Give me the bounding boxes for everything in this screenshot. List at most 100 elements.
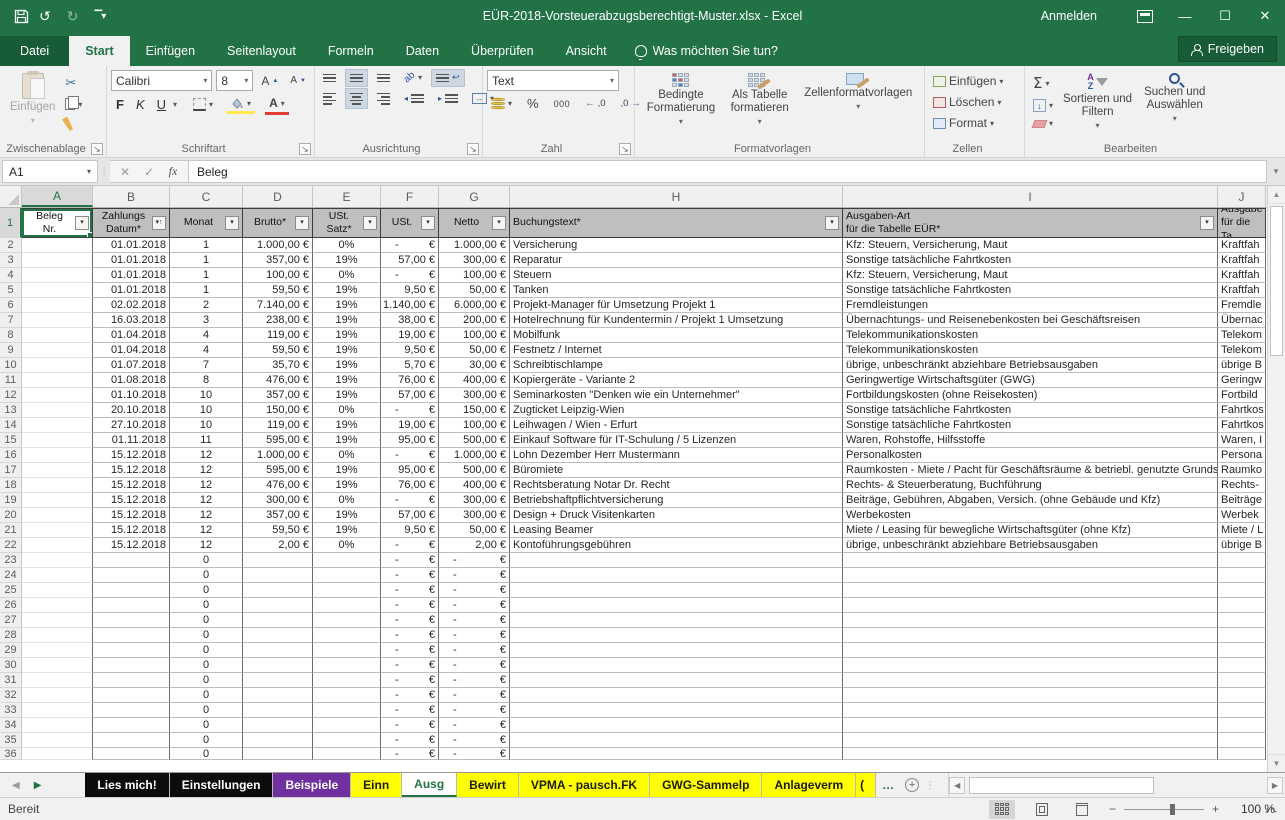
cell-datum[interactable]: 15.12.2018 — [93, 538, 170, 553]
cell-ausgaben-art-2[interactable]: übrige B — [1218, 538, 1266, 553]
cell-ust[interactable]: -€ — [381, 568, 439, 583]
row-header-30[interactable]: 30 — [0, 658, 22, 673]
redo-button[interactable]: ↻▾ — [67, 8, 85, 25]
italic-button[interactable]: K — [131, 96, 150, 113]
cell-datum[interactable]: 02.02.2018 — [93, 298, 170, 313]
cell[interactable] — [22, 373, 93, 388]
tab-daten[interactable]: Daten — [390, 36, 455, 66]
cell-ust[interactable]: -€ — [381, 448, 439, 463]
cell-brutto[interactable]: 2,00 € — [243, 538, 313, 553]
cell[interactable] — [22, 388, 93, 403]
cell[interactable] — [93, 703, 170, 718]
cell[interactable] — [243, 598, 313, 613]
comma-style-button[interactable]: 000 — [550, 97, 575, 111]
cell-buchungstext[interactable]: Kopiergeräte - Variante 2 — [510, 373, 843, 388]
scroll-up-icon[interactable]: ▲ — [1268, 186, 1285, 204]
cell[interactable] — [22, 598, 93, 613]
cell[interactable] — [243, 613, 313, 628]
cell[interactable] — [22, 643, 93, 658]
cell-buchungstext[interactable]: Steuern — [510, 268, 843, 283]
prev-sheet-icon[interactable]: ◀ — [12, 780, 20, 791]
cell[interactable] — [22, 613, 93, 628]
format-painter-button[interactable] — [61, 115, 86, 133]
tab-datei[interactable]: Datei — [0, 36, 69, 66]
wrap-text-button[interactable]: ↩ — [432, 70, 464, 86]
cell[interactable] — [313, 703, 381, 718]
row-header-36[interactable]: 36 — [0, 748, 22, 760]
select-all-button[interactable] — [0, 186, 22, 207]
cell-ust-satz[interactable]: 0% — [313, 538, 381, 553]
cell-ust[interactable]: -€ — [381, 403, 439, 418]
cell-monat[interactable]: 10 — [170, 403, 243, 418]
cell-ust-satz[interactable]: 0% — [313, 493, 381, 508]
cell-monat[interactable]: 3 — [170, 313, 243, 328]
cell[interactable] — [22, 628, 93, 643]
cell-buchungstext[interactable]: Büromiete — [510, 463, 843, 478]
cell[interactable] — [1218, 688, 1266, 703]
row-header-13[interactable]: 13 — [0, 403, 22, 418]
cell[interactable] — [93, 613, 170, 628]
cell-monat[interactable]: 0 — [170, 613, 243, 628]
row-header-14[interactable]: 14 — [0, 418, 22, 433]
cell-monat[interactable]: 1 — [170, 268, 243, 283]
cell-ausgaben-art-2[interactable]: Kraftfah — [1218, 238, 1266, 253]
row-header-5[interactable]: 5 — [0, 283, 22, 298]
cell[interactable] — [22, 328, 93, 343]
cell-ust-satz[interactable]: 19% — [313, 418, 381, 433]
cell-monat[interactable]: 12 — [170, 523, 243, 538]
cell[interactable] — [22, 238, 93, 253]
cell-netto[interactable]: 150,00 € — [439, 403, 510, 418]
row-header-2[interactable]: 2 — [0, 238, 22, 253]
cell[interactable] — [22, 568, 93, 583]
cell[interactable] — [313, 598, 381, 613]
cell[interactable] — [22, 523, 93, 538]
cell[interactable] — [843, 748, 1218, 760]
clear-button[interactable]: ▾ — [1029, 117, 1057, 130]
next-sheet-icon[interactable]: ▶ — [34, 780, 42, 791]
align-right-button[interactable] — [373, 89, 394, 108]
cell-ust[interactable]: -€ — [381, 643, 439, 658]
cell-brutto[interactable]: 35,70 € — [243, 358, 313, 373]
cell-buchungstext[interactable]: Tanken — [510, 283, 843, 298]
align-bottom-button[interactable] — [373, 70, 394, 86]
sheet-tab-gwg-sammelp[interactable]: GWG-Sammelp — [650, 773, 762, 797]
cell[interactable] — [1218, 703, 1266, 718]
cell[interactable] — [843, 583, 1218, 598]
delete-cells-button[interactable]: Löschen▾ — [929, 93, 1007, 111]
sheet-tab--[interactable]: ( — [856, 773, 876, 797]
cell[interactable] — [510, 628, 843, 643]
cell-monat[interactable]: 1 — [170, 283, 243, 298]
row-header-33[interactable]: 33 — [0, 703, 22, 718]
row-header-28[interactable]: 28 — [0, 628, 22, 643]
cell[interactable] — [243, 658, 313, 673]
cell-netto[interactable]: 300,00 € — [439, 253, 510, 268]
sheet-tab-einstellungen[interactable]: Einstellungen — [170, 773, 274, 797]
cell-ausgaben-art[interactable]: Übernachtungs- und Reisenebenkosten bei … — [843, 313, 1218, 328]
cell-ust[interactable]: -€ — [381, 733, 439, 748]
vertical-scroll-thumb[interactable] — [1270, 206, 1283, 356]
sheet-tab-beispiele[interactable]: Beispiele — [273, 773, 351, 797]
formula-input[interactable]: Beleg — [189, 160, 1267, 183]
row-header-3[interactable]: 3 — [0, 253, 22, 268]
cell-ust-satz[interactable]: 19% — [313, 388, 381, 403]
bold-button[interactable]: F — [111, 96, 129, 113]
sheet-tab-anlageverm[interactable]: Anlageverm — [762, 773, 856, 797]
cell-brutto[interactable]: 59,50 € — [243, 343, 313, 358]
cell-buchungstext[interactable]: Einkauf Software für IT-Schulung / 5 Liz… — [510, 433, 843, 448]
cell[interactable] — [22, 583, 93, 598]
cell-ust[interactable]: -€ — [381, 628, 439, 643]
cell-datum[interactable]: 20.10.2018 — [93, 403, 170, 418]
cell-datum[interactable]: 01.11.2018 — [93, 433, 170, 448]
accounting-format-button[interactable]: ▾ — [487, 96, 516, 111]
cell-brutto[interactable]: 357,00 € — [243, 388, 313, 403]
cell-ust-satz[interactable]: 19% — [313, 358, 381, 373]
borders-button[interactable]: ▾ — [189, 96, 217, 113]
customize-qat-button[interactable]: ▔▾ — [95, 11, 106, 22]
cell-buchungstext[interactable]: Leasing Beamer — [510, 523, 843, 538]
cell[interactable] — [1218, 733, 1266, 748]
cell[interactable] — [510, 748, 843, 760]
cell-ausgaben-art[interactable]: Sonstige tatsächliche Fahrtkosten — [843, 403, 1218, 418]
cell-datum[interactable]: 16.03.2018 — [93, 313, 170, 328]
cell[interactable] — [313, 673, 381, 688]
cell-netto[interactable]: -€ — [439, 718, 510, 733]
